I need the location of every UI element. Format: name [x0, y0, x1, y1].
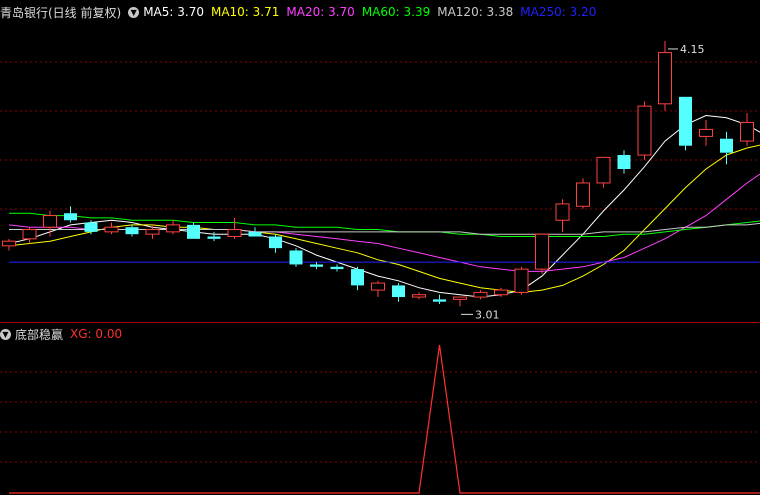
candle-body [740, 121, 754, 142]
candle-body [248, 231, 262, 237]
high-marker-label: 4.15 [680, 43, 705, 56]
xg-value-label: XG: 0.00 [70, 327, 123, 341]
candle-body [269, 236, 282, 249]
candle-body [166, 224, 180, 233]
low-marker-label: 3.01 [475, 308, 500, 321]
ma-line-ma60 [9, 212, 760, 237]
indicator-title: 底部稳赢 [15, 327, 64, 342]
candle-body [392, 285, 405, 298]
candle-body [596, 156, 611, 184]
candle-body [125, 227, 139, 235]
candle-body [658, 52, 672, 105]
indicator-header: ▼ 底部稳赢 XG: 0.00 [0, 326, 129, 342]
candle-body [84, 222, 98, 232]
candle-body [576, 182, 590, 207]
candle-body [433, 299, 446, 302]
xg-indicator-line [9, 344, 760, 494]
candle-body [699, 128, 713, 137]
candle-body [617, 155, 631, 169]
candle-body [145, 229, 160, 235]
candle-body [473, 291, 488, 298]
candle-body [371, 282, 385, 291]
candle-body [494, 289, 508, 296]
candle-body [679, 96, 692, 146]
candle-body [514, 268, 529, 293]
kline-chart: 4.15 3.01 [0, 40, 760, 494]
candle-body [289, 250, 303, 265]
candle-body [310, 264, 323, 267]
candle-body [227, 229, 242, 238]
candle-body [453, 296, 467, 300]
ma-line-ma10 [8, 144, 760, 293]
candle-body [535, 233, 549, 270]
candle-body [22, 229, 37, 240]
candle-body [104, 226, 119, 233]
candle-body [43, 215, 57, 228]
candle-body [351, 269, 364, 286]
candle-body [637, 105, 652, 156]
chevron-down-icon[interactable]: ▼ [0, 328, 11, 340]
candle-body [207, 236, 221, 239]
candle-body [2, 240, 16, 247]
candle-body [64, 213, 77, 221]
candle-body [720, 138, 733, 153]
candle-body [555, 203, 570, 221]
candle-body [187, 224, 200, 239]
candle-body [330, 266, 344, 270]
candle-body [412, 294, 426, 298]
